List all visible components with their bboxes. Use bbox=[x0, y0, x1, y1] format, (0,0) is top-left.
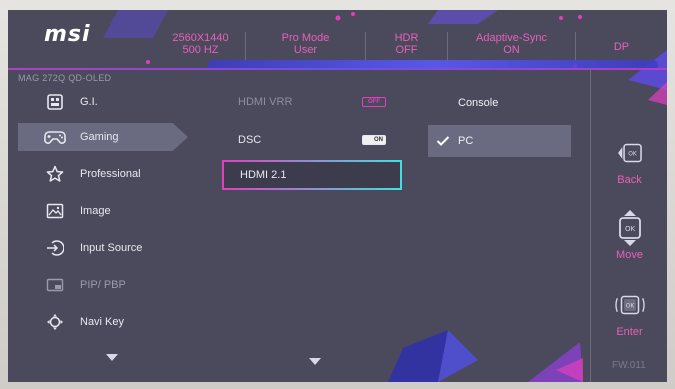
settings-scroll-down-icon[interactable] bbox=[309, 358, 321, 365]
option-label-console: Console bbox=[458, 97, 499, 109]
menu-label-navi-key: Navi Key bbox=[80, 316, 125, 328]
enter-label: Enter bbox=[616, 326, 643, 338]
setting-hdmi-2-1[interactable]: HDMI 2.1 bbox=[222, 160, 402, 190]
hdr-status: HDR OFF bbox=[366, 32, 448, 62]
pro-mode-status: Pro Mode User bbox=[246, 32, 366, 62]
hdr-label: HDR bbox=[394, 32, 419, 44]
option-pc[interactable]: PC bbox=[428, 125, 571, 157]
menu-item-input-source[interactable]: Input Source bbox=[18, 234, 188, 262]
setting-dsc[interactable]: DSC ON bbox=[222, 126, 402, 154]
nav-hint-bar: OK Back OK Move OK Enter bbox=[590, 68, 667, 382]
menu-label-pip-pbp: PIP/ PBP bbox=[80, 279, 126, 291]
menu-label-gaming: Gaming bbox=[80, 131, 119, 143]
ok-label-back: OK bbox=[628, 151, 638, 158]
hdr-value: OFF bbox=[395, 44, 418, 56]
enter-hint[interactable]: OK Enter bbox=[591, 288, 667, 338]
model-name: MAG 272Q QD-OLED bbox=[18, 73, 112, 83]
dsc-toggle[interactable]: ON bbox=[362, 135, 386, 145]
setting-label-hdmi-vrr: HDMI VRR bbox=[238, 96, 293, 108]
checkmark-icon bbox=[428, 135, 458, 147]
hdmi-vrr-toggle[interactable]: OFF bbox=[362, 97, 386, 107]
menu-item-professional[interactable]: Professional bbox=[18, 160, 188, 188]
option-console[interactable]: Console bbox=[428, 87, 571, 119]
option-label-pc: PC bbox=[458, 135, 474, 147]
back-label: Back bbox=[617, 174, 642, 186]
star-icon bbox=[44, 164, 66, 184]
setting-hdmi-vrr[interactable]: HDMI VRR OFF bbox=[222, 88, 402, 116]
input-value: DP bbox=[613, 41, 630, 53]
menu-item-gi[interactable]: G.I. bbox=[18, 88, 188, 116]
ok-label-move: OK bbox=[624, 225, 635, 233]
joystick-left-icon: OK bbox=[613, 136, 647, 170]
menu-label-professional: Professional bbox=[80, 168, 141, 180]
joystick-press-icon: OK bbox=[613, 288, 647, 322]
osd-menu: msi 2560X1440 500 HZ Pro Mode User HDR O… bbox=[8, 10, 667, 382]
adaptive-sync-label: Adaptive-Sync bbox=[476, 32, 547, 44]
msi-logo: msi bbox=[44, 22, 91, 47]
adaptive-sync-value: ON bbox=[503, 44, 520, 56]
input-status: DP bbox=[576, 32, 667, 62]
resolution-status: 2560X1440 500 HZ bbox=[156, 32, 246, 62]
menu-item-navi-key[interactable]: Navi Key bbox=[18, 308, 188, 336]
menu-label-gi: G.I. bbox=[80, 96, 98, 108]
refresh-value: 500 HZ bbox=[182, 44, 219, 56]
input-source-icon bbox=[44, 238, 66, 258]
adaptive-sync-status: Adaptive-Sync ON bbox=[448, 32, 576, 62]
resolution-value: 2560X1440 bbox=[172, 32, 229, 44]
header-divider bbox=[8, 68, 667, 70]
setting-label-hdmi-2-1: HDMI 2.1 bbox=[240, 169, 287, 181]
menu-scroll-down-icon[interactable] bbox=[106, 354, 118, 361]
gi-icon bbox=[44, 92, 66, 112]
image-icon bbox=[44, 201, 66, 221]
firmware-version: FW.011 bbox=[612, 360, 646, 371]
menu-item-gaming[interactable]: Gaming bbox=[18, 123, 188, 151]
move-label: Move bbox=[616, 249, 643, 261]
move-hint[interactable]: OK Move bbox=[591, 210, 667, 261]
menu-label-image: Image bbox=[80, 205, 111, 217]
navi-key-icon bbox=[44, 312, 66, 332]
setting-label-dsc: DSC bbox=[238, 134, 262, 146]
joystick-up-down-icon: OK bbox=[613, 210, 647, 246]
pro-mode-label: Pro Mode bbox=[281, 32, 330, 44]
back-hint[interactable]: OK Back bbox=[591, 136, 667, 186]
gamepad-icon bbox=[44, 127, 66, 147]
menu-item-image[interactable]: Image bbox=[18, 197, 188, 225]
ok-label-enter: OK bbox=[625, 303, 635, 310]
pip-icon bbox=[44, 275, 66, 295]
menu-label-input-source: Input Source bbox=[80, 242, 143, 254]
pro-mode-value: User bbox=[293, 44, 318, 56]
menu-item-pip-pbp[interactable]: PIP/ PBP bbox=[18, 271, 188, 299]
